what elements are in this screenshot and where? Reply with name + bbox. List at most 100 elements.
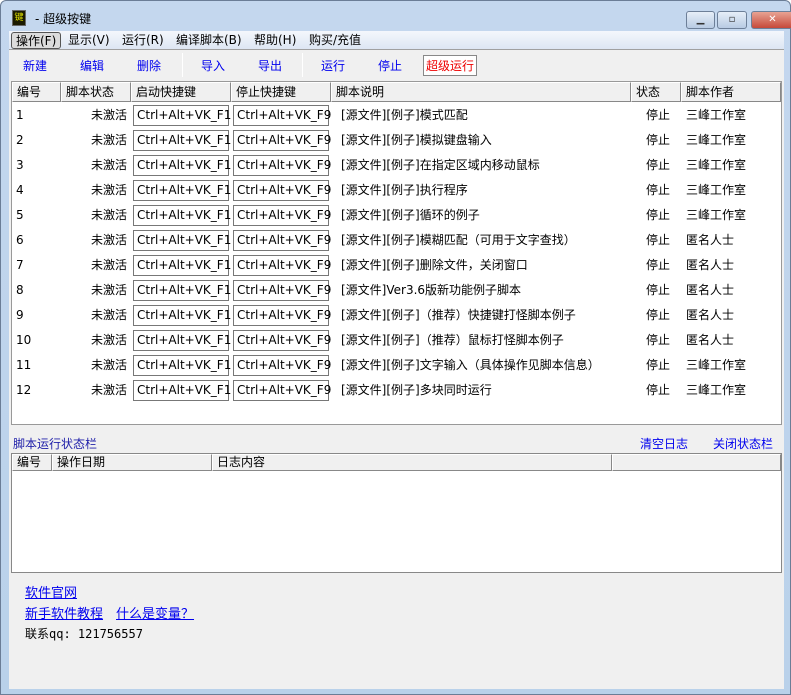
start-hotkey-field[interactable]: Ctrl+Alt+VK_F1 xyxy=(133,230,231,251)
table-row[interactable]: 1 未激活 Ctrl+Alt+VK_F1 Ctrl+Alt+VK_F9 [源文件][例子… xyxy=(12,103,781,128)
row-id: 3 xyxy=(16,158,24,172)
main-window: 键 - 超级按键 ▁ ▫ ✕ 操作(F) 显示(V) 运行(R) 编译脚本(B)… xyxy=(0,0,791,695)
table-row[interactable]: 9 未激活 Ctrl+Alt+VK_F1 Ctrl+Alt+VK_F9 [源文件][例子… xyxy=(12,303,781,328)
row-status: 停止 xyxy=(646,358,671,372)
stop-hotkey-field[interactable]: Ctrl+Alt+VK_F9 xyxy=(233,230,331,251)
stop-hotkey-field[interactable]: Ctrl+Alt+VK_F9 xyxy=(233,305,331,326)
row-author: 三峰工作室 xyxy=(686,183,747,197)
log-header-date[interactable]: 操作日期 xyxy=(52,454,212,471)
variable-link[interactable]: 什么是变量？ xyxy=(116,603,194,622)
table-row[interactable]: 6 未激活 Ctrl+Alt+VK_F1 Ctrl+Alt+VK_F9 [源文件][例子… xyxy=(12,228,781,253)
menu-view[interactable]: 显示(V) xyxy=(64,32,114,49)
menu-compile[interactable]: 编译脚本(B) xyxy=(172,32,246,49)
row-state: 未激活 xyxy=(91,158,128,172)
row-id: 10 xyxy=(16,333,32,347)
stop-hotkey-field[interactable]: Ctrl+Alt+VK_F9 xyxy=(233,180,331,201)
menu-help[interactable]: 帮助(H) xyxy=(250,32,300,49)
maximize-button[interactable]: ▫ xyxy=(717,11,747,29)
start-hotkey-field[interactable]: Ctrl+Alt+VK_F1 xyxy=(133,155,231,176)
row-id: 12 xyxy=(16,383,32,397)
delete-button[interactable]: 删除 xyxy=(137,57,161,74)
column-header-desc[interactable]: 脚本说明 xyxy=(331,82,631,102)
row-status: 停止 xyxy=(646,183,671,197)
row-id: 4 xyxy=(16,183,24,197)
website-link[interactable]: 软件官网 xyxy=(25,582,77,601)
log-header-id[interactable]: 编号 xyxy=(12,454,52,471)
row-author: 匿名人士 xyxy=(686,233,735,247)
run-button[interactable]: 运行 xyxy=(321,57,345,74)
import-button[interactable]: 导入 xyxy=(201,57,225,74)
row-desc: [源文件][例子]（推荐）快捷键打怪脚本例子 xyxy=(341,308,576,322)
export-button[interactable]: 导出 xyxy=(258,57,282,74)
row-state: 未激活 xyxy=(91,333,128,347)
menu-operate[interactable]: 操作(F) xyxy=(11,32,62,49)
super-run-button[interactable]: 超级运行 xyxy=(423,55,478,76)
row-desc: [源文件][例子]在指定区域内移动鼠标 xyxy=(341,158,540,172)
close-button[interactable]: ✕ xyxy=(751,11,791,29)
table-row[interactable]: 12 未激活 Ctrl+Alt+VK_F1 Ctrl+Alt+VK_F9 [源文件][例… xyxy=(12,378,781,403)
stop-hotkey-field[interactable]: Ctrl+Alt+VK_F9 xyxy=(233,255,331,276)
row-author: 三峰工作室 xyxy=(686,158,747,172)
start-hotkey-field[interactable]: Ctrl+Alt+VK_F1 xyxy=(133,180,231,201)
start-hotkey-field[interactable]: Ctrl+Alt+VK_F1 xyxy=(133,380,231,401)
column-header-status[interactable]: 状态 xyxy=(631,82,681,102)
table-row[interactable]: 7 未激活 Ctrl+Alt+VK_F1 Ctrl+Alt+VK_F9 [源文件][例子… xyxy=(12,253,781,278)
row-status: 停止 xyxy=(646,333,671,347)
table-row[interactable]: 3 未激活 Ctrl+Alt+VK_F1 Ctrl+Alt+VK_F9 [源文件][例子… xyxy=(12,153,781,178)
start-hotkey-field[interactable]: Ctrl+Alt+VK_F1 xyxy=(133,330,231,351)
start-hotkey-field[interactable]: Ctrl+Alt+VK_F1 xyxy=(133,305,231,326)
column-header-id[interactable]: 编号 xyxy=(12,82,61,102)
clear-log-link[interactable]: 清空日志 xyxy=(640,435,688,452)
log-table[interactable]: 编号 操作日期 日志内容 xyxy=(11,453,782,573)
row-desc: [源文件][例子]模式匹配 xyxy=(341,108,468,122)
stop-hotkey-field[interactable]: Ctrl+Alt+VK_F9 xyxy=(233,330,331,351)
row-id: 2 xyxy=(16,133,24,147)
stop-hotkey-field[interactable]: Ctrl+Alt+VK_F9 xyxy=(233,205,331,226)
stop-hotkey-field[interactable]: Ctrl+Alt+VK_F9 xyxy=(233,355,331,376)
row-author: 匿名人士 xyxy=(686,333,735,347)
row-status: 停止 xyxy=(646,383,671,397)
close-status-link[interactable]: 关闭状态栏 xyxy=(713,435,773,452)
start-hotkey-field[interactable]: Ctrl+Alt+VK_F1 xyxy=(133,355,231,376)
row-author: 三峰工作室 xyxy=(686,383,747,397)
stop-button[interactable]: 停止 xyxy=(378,57,402,74)
row-state: 未激活 xyxy=(91,133,128,147)
row-id: 6 xyxy=(16,233,24,247)
column-header-start-key[interactable]: 启动快捷键 xyxy=(131,82,231,102)
stop-hotkey-field[interactable]: Ctrl+Alt+VK_F9 xyxy=(233,380,331,401)
table-row[interactable]: 11 未激活 Ctrl+Alt+VK_F1 Ctrl+Alt+VK_F9 [源文件][例… xyxy=(12,353,781,378)
row-desc: [源文件]Ver3.6版新功能例子脚本 xyxy=(341,283,522,297)
tutorial-link[interactable]: 新手软件教程 xyxy=(25,603,103,622)
column-header-author[interactable]: 脚本作者 xyxy=(681,82,781,102)
stop-hotkey-field[interactable]: Ctrl+Alt+VK_F9 xyxy=(233,280,331,301)
column-header-state[interactable]: 脚本状态 xyxy=(61,82,131,102)
table-row[interactable]: 4 未激活 Ctrl+Alt+VK_F1 Ctrl+Alt+VK_F9 [源文件][例子… xyxy=(12,178,781,203)
table-row[interactable]: 5 未激活 Ctrl+Alt+VK_F1 Ctrl+Alt+VK_F9 [源文件][例子… xyxy=(12,203,781,228)
start-hotkey-field[interactable]: Ctrl+Alt+VK_F1 xyxy=(133,255,231,276)
stop-hotkey-field[interactable]: Ctrl+Alt+VK_F9 xyxy=(233,130,331,151)
start-hotkey-field[interactable]: Ctrl+Alt+VK_F1 xyxy=(133,205,231,226)
menu-run[interactable]: 运行(R) xyxy=(118,32,168,49)
table-row[interactable]: 2 未激活 Ctrl+Alt+VK_F1 Ctrl+Alt+VK_F9 [源文件][例子… xyxy=(12,128,781,153)
menu-buy[interactable]: 购买/充值 xyxy=(305,32,365,49)
script-table[interactable]: 编号 脚本状态 启动快捷键 停止快捷键 脚本说明 状态 脚本作者 1 未激活 Ctr… xyxy=(11,81,782,425)
start-hotkey-field[interactable]: Ctrl+Alt+VK_F1 xyxy=(133,130,231,151)
row-state: 未激活 xyxy=(91,358,128,372)
start-hotkey-field[interactable]: Ctrl+Alt+VK_F1 xyxy=(133,105,231,126)
log-header-content[interactable]: 日志内容 xyxy=(212,454,612,471)
column-header-stop-key[interactable]: 停止快捷键 xyxy=(231,82,331,102)
start-hotkey-field[interactable]: Ctrl+Alt+VK_F1 xyxy=(133,280,231,301)
row-state: 未激活 xyxy=(91,108,128,122)
row-id: 11 xyxy=(16,358,32,372)
table-row[interactable]: 10 未激活 Ctrl+Alt+VK_F1 Ctrl+Alt+VK_F9 [源文件][例… xyxy=(12,328,781,353)
stop-hotkey-field[interactable]: Ctrl+Alt+VK_F9 xyxy=(233,155,331,176)
row-desc: [源文件][例子]（推荐）鼠标打怪脚本例子 xyxy=(341,333,564,347)
title-bar[interactable]: 键 - 超级按键 ▁ ▫ ✕ xyxy=(1,1,791,31)
minimize-button[interactable]: ▁ xyxy=(686,11,715,29)
new-button[interactable]: 新建 xyxy=(23,57,47,74)
toolbar-separator xyxy=(302,53,303,77)
stop-hotkey-field[interactable]: Ctrl+Alt+VK_F9 xyxy=(233,105,331,126)
log-header-extra[interactable] xyxy=(612,454,781,471)
edit-button[interactable]: 编辑 xyxy=(80,57,104,74)
table-row[interactable]: 8 未激活 Ctrl+Alt+VK_F1 Ctrl+Alt+VK_F9 [源文件]Ver… xyxy=(12,278,781,303)
